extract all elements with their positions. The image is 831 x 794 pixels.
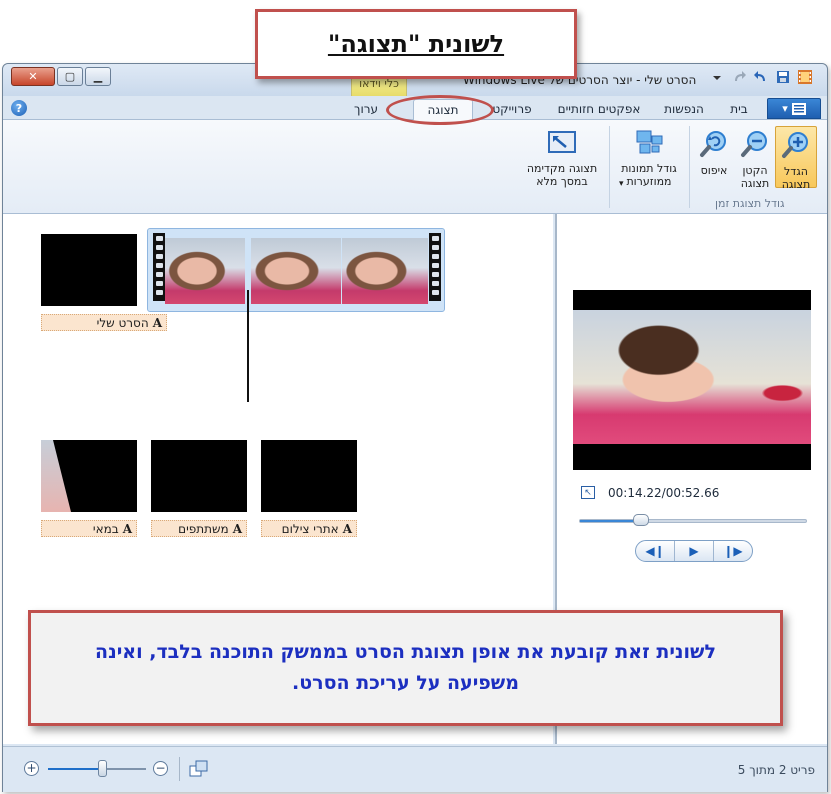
thumbnail-size-icon bbox=[636, 130, 663, 154]
credits-clip-locations[interactable] bbox=[261, 440, 357, 512]
redo-icon[interactable] bbox=[731, 69, 747, 85]
fullscreen-small-icon[interactable]: ↖ bbox=[581, 486, 595, 499]
fullscreen-icon bbox=[548, 131, 576, 153]
reset-zoom-icon bbox=[700, 131, 726, 157]
play-icon: ▶ bbox=[689, 544, 699, 558]
clip-thumbnail bbox=[342, 238, 428, 304]
caption-text-icon: A bbox=[232, 521, 242, 536]
annotation-title: לשונית "תצוגה" bbox=[327, 30, 505, 58]
title-clip[interactable] bbox=[41, 234, 137, 306]
film-sprocket bbox=[429, 233, 441, 301]
zoom-slider-fill bbox=[48, 768, 102, 770]
clip-thumbnail bbox=[165, 238, 245, 304]
minimize-button[interactable]: ▁ bbox=[85, 67, 111, 86]
caption-label: הסרט שלי bbox=[96, 315, 149, 330]
close-button[interactable]: ✕ bbox=[11, 67, 55, 86]
annotation-title-box: לשונית "תצוגה" bbox=[255, 9, 577, 79]
zoom-in-button[interactable]: הגדל תצוגה bbox=[775, 126, 817, 191]
help-icon[interactable]: ? bbox=[11, 100, 27, 116]
maximize-button[interactable]: ▢ bbox=[57, 67, 83, 86]
playhead[interactable] bbox=[247, 290, 249, 402]
save-icon[interactable] bbox=[775, 69, 791, 85]
caption-locations[interactable]: A אתרי צילום bbox=[261, 520, 357, 537]
caption-cast[interactable]: A משתתפים bbox=[151, 520, 247, 537]
seek-bar[interactable] bbox=[579, 519, 807, 523]
tab-visual-effects[interactable]: אפקטים חזותיים bbox=[549, 99, 649, 120]
close-icon: ✕ bbox=[28, 70, 38, 83]
undo-icon[interactable] bbox=[753, 69, 769, 85]
video-frame-image bbox=[573, 310, 811, 444]
credits-clip-cast[interactable] bbox=[151, 440, 247, 512]
caption-my-movie[interactable]: A הסרט שלי bbox=[41, 314, 167, 331]
thumbnail-size-button[interactable]: גודל תמונות ממוזערות ▾ bbox=[613, 126, 685, 192]
time-readout: 00:14.22/00:52.66 bbox=[608, 486, 720, 500]
zoom-in-small-button[interactable]: + bbox=[24, 761, 39, 776]
fullscreen-preview-button[interactable]: תצוגה מקדימה במסך מלא bbox=[519, 126, 605, 192]
credits-clip-director[interactable] bbox=[41, 440, 137, 512]
caption-text-icon: A bbox=[152, 315, 162, 330]
ribbon-view: הגדל תצוגה הקטן תצוגה איפוס גודל תצוגת ז… bbox=[3, 120, 827, 214]
status-separator bbox=[179, 757, 180, 781]
transition-thumbnail bbox=[41, 440, 71, 512]
caption-label: במאי bbox=[92, 521, 119, 536]
chevron-down-icon: ▾ bbox=[782, 102, 788, 115]
previous-frame-button[interactable]: ◀❙ bbox=[636, 541, 674, 561]
ribbon-separator bbox=[609, 126, 610, 208]
film-sprocket bbox=[153, 233, 165, 301]
video-clip-selected[interactable] bbox=[147, 228, 445, 312]
item-count-status: פריט 2 מתוך 5 bbox=[737, 763, 815, 777]
caption-label: משתתפים bbox=[178, 521, 229, 536]
ribbon-separator bbox=[689, 126, 690, 208]
reset-zoom-button[interactable]: איפוס bbox=[693, 126, 735, 188]
play-button[interactable]: ▶ bbox=[674, 541, 713, 561]
zoom-in-label: הגדל תצוגה bbox=[781, 165, 811, 191]
zoom-out-button[interactable]: הקטן תצוגה bbox=[735, 126, 775, 190]
reset-zoom-label: איפוס bbox=[700, 164, 728, 177]
status-bar: + − פריט 2 מתוך 5 bbox=[3, 746, 827, 792]
playback-controls: ◀❙ ▶ ❙▶ bbox=[635, 540, 753, 562]
application-menu-button[interactable]: ▾ bbox=[767, 98, 821, 119]
caption-text-icon: A bbox=[122, 521, 132, 536]
maximize-icon: ▢ bbox=[64, 70, 76, 83]
zoom-out-icon bbox=[741, 131, 767, 157]
zoom-in-icon bbox=[782, 132, 808, 158]
fullscreen-preview-label: תצוגה מקדימה במסך מלא bbox=[526, 162, 598, 188]
next-frame-button[interactable]: ❙▶ bbox=[713, 541, 752, 561]
ribbon-group-label: גודל תצוגת זמן bbox=[715, 197, 785, 210]
seek-thumb[interactable] bbox=[632, 514, 649, 526]
step-back-icon: ◀❙ bbox=[645, 544, 665, 558]
tab-animations[interactable]: הנפשות bbox=[657, 99, 711, 120]
video-preview[interactable] bbox=[573, 290, 811, 470]
annotation-note-box: לשונית זאת קובעת את אופן תצוגת הסרט בממש… bbox=[28, 610, 783, 726]
tab-home[interactable]: בית bbox=[719, 99, 759, 120]
annotation-note: לשונית זאת קובעת את אופן תצוגת הסרט בממש… bbox=[95, 641, 716, 694]
quick-access-toolbar bbox=[709, 69, 813, 85]
caption-text-icon: A bbox=[342, 521, 352, 536]
storyboard-view-icon[interactable] bbox=[189, 760, 209, 778]
zoom-slider-thumb[interactable] bbox=[97, 760, 107, 777]
annotation-highlight-ellipse bbox=[386, 95, 494, 125]
zoom-out-label: הקטן תצוגה bbox=[740, 164, 770, 190]
dropdown-arrow-icon[interactable] bbox=[709, 69, 725, 85]
zoom-out-small-button[interactable]: − bbox=[153, 761, 168, 776]
clip-thumbnail bbox=[251, 238, 341, 304]
tab-edit[interactable]: ערוך bbox=[343, 99, 389, 120]
caption-director[interactable]: A במאי bbox=[41, 520, 137, 537]
minimize-icon: ▁ bbox=[93, 70, 103, 83]
chevron-down-icon: ▾ bbox=[619, 179, 624, 189]
menu-icon bbox=[791, 102, 806, 115]
caption-label: אתרי צילום bbox=[281, 521, 339, 536]
movie-maker-logo-icon bbox=[798, 70, 812, 84]
step-forward-icon: ❙▶ bbox=[723, 544, 743, 558]
